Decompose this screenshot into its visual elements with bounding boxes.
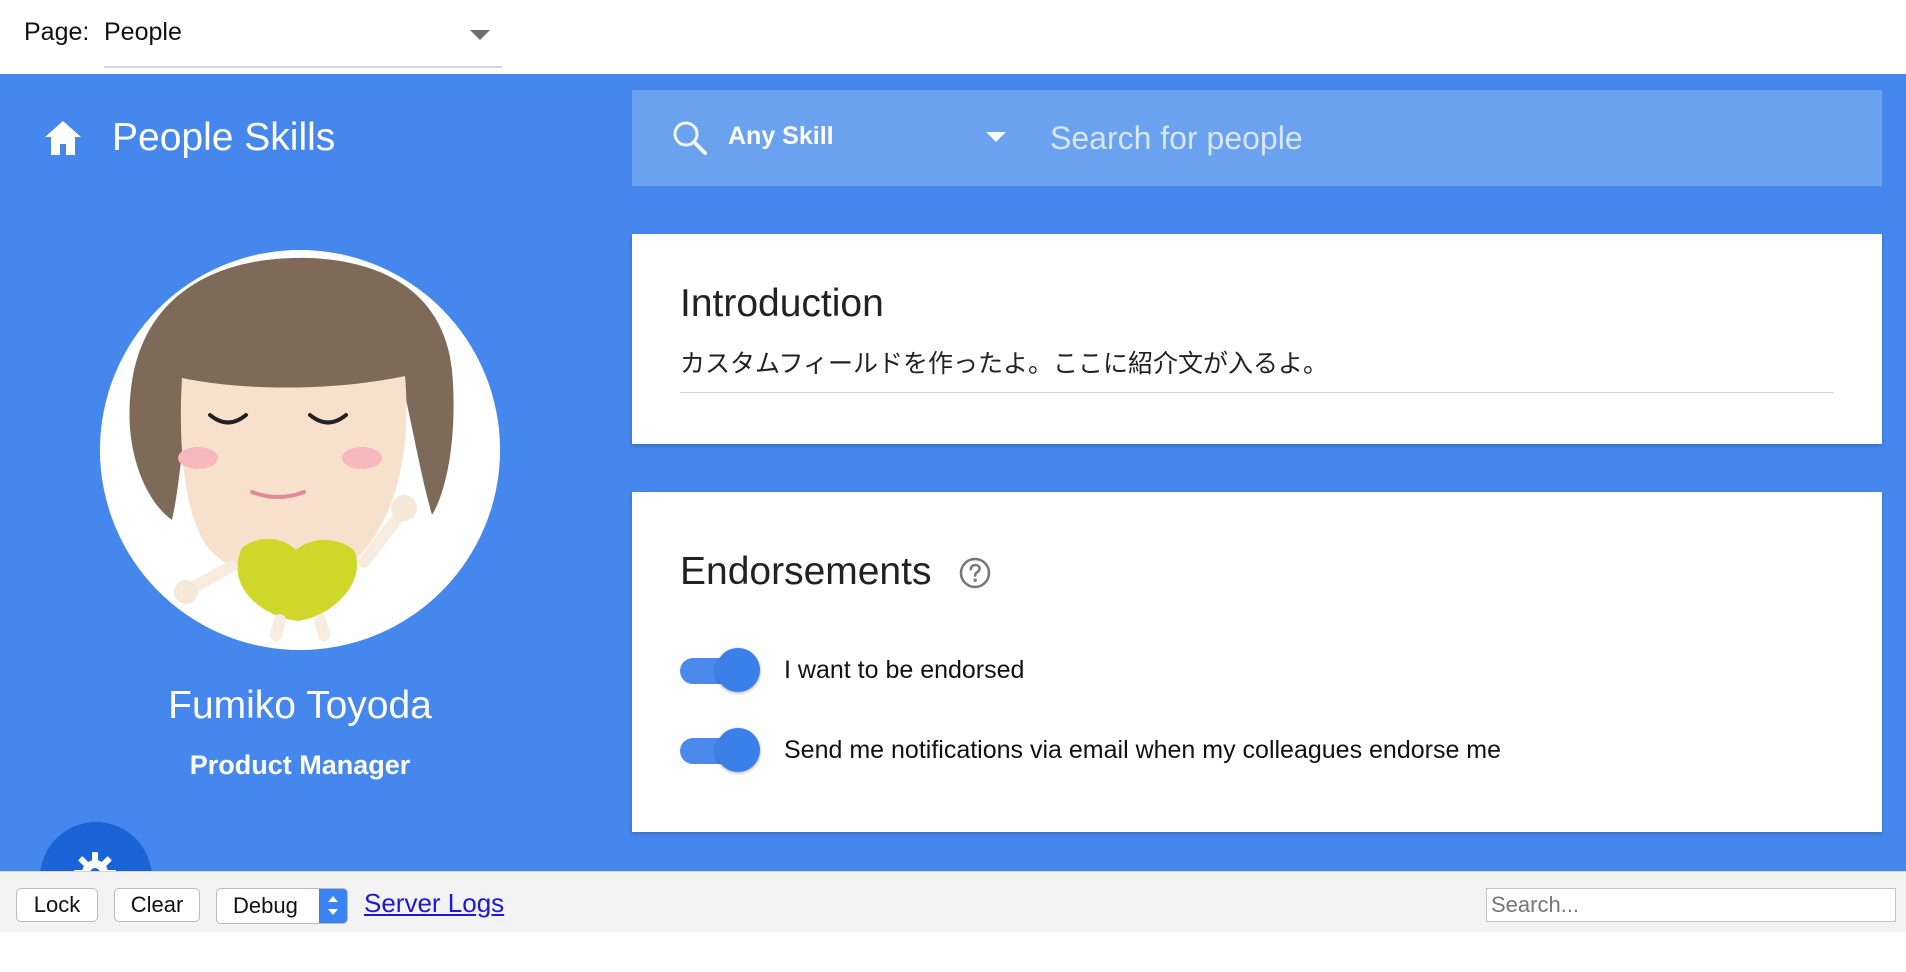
gear-icon (74, 852, 116, 871)
page-selector-bar: Page: People (0, 0, 1906, 74)
page-select-value: People (104, 18, 182, 46)
help-circle-icon[interactable] (958, 556, 992, 590)
lock-button[interactable]: Lock (16, 888, 98, 922)
page-label: Page: (24, 18, 90, 46)
toggle-thumb (716, 728, 760, 772)
debug-level-value: Debug (233, 893, 298, 918)
introduction-title: Introduction (680, 282, 884, 325)
email-notification-toggle[interactable] (680, 728, 760, 774)
app-title: People Skills (112, 116, 336, 159)
page-select[interactable]: People (104, 12, 502, 68)
endorsements-title: Endorsements (680, 550, 932, 593)
person-name: Fumiko Toyoda (168, 684, 432, 727)
introduction-card: Introduction カスタムフィールドを作ったよ。ここに紹介文が入るよ。 (632, 234, 1882, 444)
debug-search-input[interactable] (1486, 888, 1896, 922)
debug-toolbar: Lock Clear Debug Server Logs (0, 871, 1906, 932)
skill-filter-value: Any Skill (728, 122, 834, 150)
endorse-toggle-label: I want to be endorsed (784, 656, 1025, 684)
select-stepper-icon (319, 889, 347, 923)
people-skills-app: People Skills Any Skill Search for peopl… (0, 74, 1906, 871)
person-role: Product Manager (189, 750, 411, 780)
endorse-toggle[interactable] (680, 648, 760, 694)
settings-button[interactable] (40, 822, 152, 871)
field-underline (680, 392, 1834, 393)
email-notification-label: Send me notifications via email when my … (784, 736, 1502, 764)
chevron-down-icon (470, 30, 490, 40)
chevron-up-icon (328, 896, 338, 902)
search-bar: Any Skill (632, 90, 1882, 186)
home-icon[interactable] (42, 118, 84, 158)
chevron-down-icon (328, 909, 338, 915)
debug-level-select[interactable]: Debug (216, 888, 348, 924)
clear-button[interactable]: Clear (114, 888, 200, 922)
chevron-down-icon (986, 132, 1006, 142)
avatar-illustration (100, 250, 500, 650)
toggle-thumb (716, 648, 760, 692)
server-logs-link[interactable]: Server Logs (364, 888, 504, 919)
skill-filter-dropdown[interactable]: Any Skill (728, 114, 1028, 158)
people-search-input[interactable] (1050, 116, 1830, 160)
search-icon (673, 121, 707, 155)
endorsements-card: Endorsements I want to be endorsed Send … (632, 492, 1882, 832)
introduction-text[interactable]: カスタムフィールドを作ったよ。ここに紹介文が入るよ。 (680, 344, 1328, 380)
avatar (100, 250, 500, 650)
